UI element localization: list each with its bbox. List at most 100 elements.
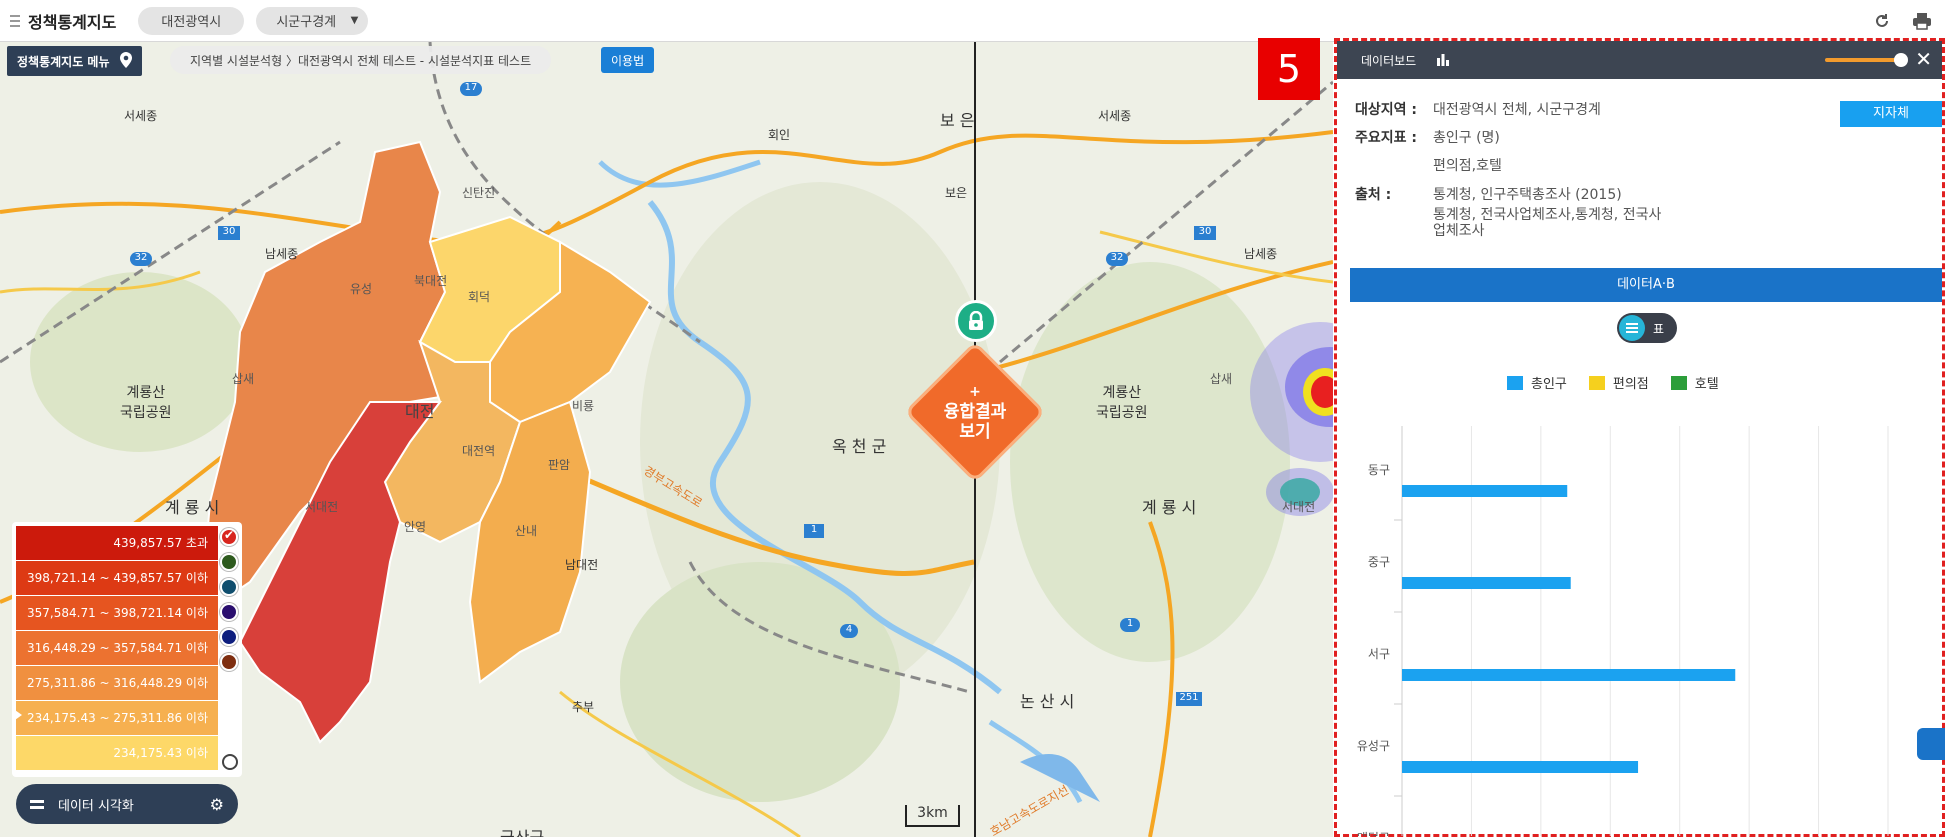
policy-map-menu-button[interactable]: 정책통계지도 메뉴 bbox=[7, 46, 142, 76]
legend-row[interactable]: 234,175.43 이하 bbox=[16, 736, 218, 770]
chart-legend-item[interactable]: 편의점 bbox=[1588, 373, 1649, 392]
map-label-hoedeok: 회덕 bbox=[468, 290, 491, 304]
indicator-row: 주요지표 : 총인구 (명) bbox=[1355, 127, 1500, 147]
refresh-icon[interactable] bbox=[1871, 10, 1893, 32]
map-label-panam: 판암 bbox=[548, 458, 571, 472]
print-icon[interactable] bbox=[1911, 10, 1933, 32]
policy-map-menu-label: 정책통계지도 메뉴 bbox=[17, 54, 110, 69]
data-visualization-label: 데이터 시각화 bbox=[58, 798, 134, 814]
location-pin-icon bbox=[119, 51, 132, 71]
indicator-value-2-text: 편의점,호텔 bbox=[1433, 158, 1502, 174]
map-label-gyeryongsan-right: 계룡산 국립공원 bbox=[1096, 385, 1148, 421]
map-label-biryeong: 비룡 bbox=[572, 399, 595, 413]
close-icon[interactable]: ✕ bbox=[1915, 47, 1932, 71]
palette-swatch[interactable] bbox=[220, 578, 238, 596]
chart-legend-item[interactable]: 총인구 bbox=[1507, 373, 1567, 392]
legend-swatch bbox=[1588, 375, 1605, 390]
source-value-2: 통계청, 전국사업체조사,통계청, 전국사 업체조사 bbox=[1433, 207, 1661, 239]
map-label-r30: 30 bbox=[218, 226, 240, 240]
data-ab-tab[interactable]: 데이터A·B bbox=[1350, 268, 1942, 302]
region-row: 대상지역 : 대전광역시 전체, 시군구경계 bbox=[1355, 99, 1601, 119]
source-value-3-text: 업체조사 bbox=[1433, 223, 1485, 239]
palette-swatch[interactable] bbox=[220, 603, 238, 621]
bar[interactable] bbox=[1402, 669, 1736, 681]
category-label: 서구 bbox=[1368, 647, 1390, 661]
legend-row[interactable]: 275,311.86 ~ 316,448.29 이하 bbox=[16, 666, 218, 700]
map-label-anyeong: 안영 bbox=[404, 520, 427, 534]
chart-legend: 총인구 편의점 호텔 bbox=[1507, 373, 1719, 392]
local-government-button[interactable]: 지자체 bbox=[1840, 101, 1942, 127]
data-visualization-button[interactable]: 데이터 시각화 ⚙ bbox=[16, 784, 238, 824]
map-label-r32-right: 32 bbox=[1106, 252, 1128, 266]
view-toggle[interactable]: 표 bbox=[1617, 313, 1677, 343]
map-label-sindanjin: 신탄진 bbox=[462, 186, 496, 200]
map-label-gyeryongsi: 계 룡 시 bbox=[165, 498, 220, 517]
map-label-nonsan: 논 산 시 bbox=[1020, 692, 1075, 711]
bar[interactable] bbox=[1402, 485, 1568, 497]
step-badge: 5 bbox=[1258, 38, 1320, 100]
legend-pointer-icon bbox=[12, 708, 22, 722]
map-label-sannae: 산내 bbox=[515, 524, 538, 538]
legend-row[interactable]: 234,175.43 ~ 275,311.86 이하 bbox=[16, 701, 218, 735]
bar[interactable] bbox=[1402, 577, 1571, 589]
palette-swatch[interactable] bbox=[220, 628, 238, 646]
palette-swatch[interactable] bbox=[220, 553, 238, 571]
opacity-slider[interactable] bbox=[1825, 53, 1908, 67]
map-label-hoein: 회인 bbox=[768, 128, 791, 142]
menu-icon[interactable] bbox=[10, 14, 20, 27]
source-value: 통계청, 인구주택총조사 (2015) bbox=[1433, 187, 1622, 203]
dashboard-title: 데이터보드 bbox=[1361, 53, 1417, 68]
category-label: 중구 bbox=[1368, 555, 1390, 569]
fusion-line2: 보기 bbox=[959, 422, 991, 442]
legend-row[interactable]: 357,584.71 ~ 398,721.14 이하 bbox=[16, 596, 218, 630]
legend-row[interactable]: 398,721.14 ~ 439,857.57 이하 bbox=[16, 561, 218, 595]
map-label-yuseong: 유성 bbox=[350, 282, 373, 296]
palette-swatch-selected[interactable]: ✔ bbox=[220, 528, 238, 546]
gear-icon[interactable]: ⚙ bbox=[210, 795, 224, 814]
caret-down-icon: ▼ bbox=[350, 15, 359, 26]
map-label-namsejong: 남세종 bbox=[265, 247, 299, 261]
map-label-r4: 4 bbox=[840, 624, 858, 638]
region-select[interactable]: 대전광역시 bbox=[138, 6, 245, 35]
bar-chart-icon bbox=[1436, 52, 1450, 69]
lock-icon[interactable] bbox=[955, 300, 997, 342]
list-icon bbox=[30, 799, 44, 809]
category-label: 유성구 bbox=[1357, 739, 1390, 753]
usage-button[interactable]: 이용법 bbox=[601, 47, 655, 73]
fusion-plus: + bbox=[969, 384, 981, 400]
legend-row[interactable]: 439,857.57 초과 bbox=[16, 526, 218, 560]
map-label-nambdaejeon: 남대전 bbox=[565, 558, 599, 572]
chart-legend-item[interactable]: 호텔 bbox=[1670, 373, 1719, 392]
scale-bar: 3km bbox=[905, 805, 960, 827]
boundary-select[interactable]: 시군구경계 ▼ bbox=[256, 6, 369, 35]
map-label-chubu: 추부 bbox=[572, 700, 595, 714]
bar-chart: 동구중구서구유성구대덕구 bbox=[1357, 426, 1889, 836]
boundary-select-label: 시군구경계 bbox=[276, 15, 337, 30]
map-label-sapsae: 삽새 bbox=[232, 372, 255, 386]
map-label-r30-right: 30 bbox=[1194, 226, 1216, 240]
bar[interactable] bbox=[1402, 761, 1639, 773]
map-label-daejeon: 대전 bbox=[405, 402, 435, 421]
fusion-result-label[interactable]: + 융합결과 보기 bbox=[925, 382, 1025, 442]
fusion-line1: 융합결과 bbox=[943, 402, 1007, 422]
map-label-seosejong: 서세종 bbox=[124, 109, 158, 123]
source-row: 출처 : 통계청, 인구주택총조사 (2015) bbox=[1355, 184, 1622, 204]
app-title: 정책통계지도 bbox=[28, 12, 117, 32]
legend-label: 총인구 bbox=[1531, 377, 1567, 392]
map-label-gumsan: 금산군 bbox=[500, 824, 544, 837]
source-label: 출처 : bbox=[1355, 187, 1392, 203]
region-value: 대전광역시 전체, 시군구경계 bbox=[1433, 102, 1601, 118]
map-label-seosejong-right: 서세종 bbox=[1098, 109, 1132, 123]
map-label-seodaejeon-right: 서대전 bbox=[1282, 500, 1316, 514]
reset-icon[interactable] bbox=[222, 754, 238, 770]
map-label-gyeryongsan: 계룡산 국립공원 bbox=[120, 385, 172, 421]
map-label-sapsae-right: 삽새 bbox=[1210, 372, 1233, 386]
side-tab-handle[interactable] bbox=[1917, 728, 1945, 760]
map-label-daejeonyeok: 대전역 bbox=[462, 444, 496, 458]
legend-row[interactable]: 316,448.29 ~ 357,584.71 이하 bbox=[16, 631, 218, 665]
map-label-bukdaejeon: 북대전 bbox=[414, 274, 448, 288]
legend-panel: 439,857.57 초과 398,721.14 ~ 439,857.57 이하… bbox=[12, 522, 242, 777]
category-label: 동구 bbox=[1368, 463, 1390, 477]
slider-handle[interactable] bbox=[1894, 53, 1908, 67]
palette-swatch[interactable] bbox=[220, 653, 238, 671]
